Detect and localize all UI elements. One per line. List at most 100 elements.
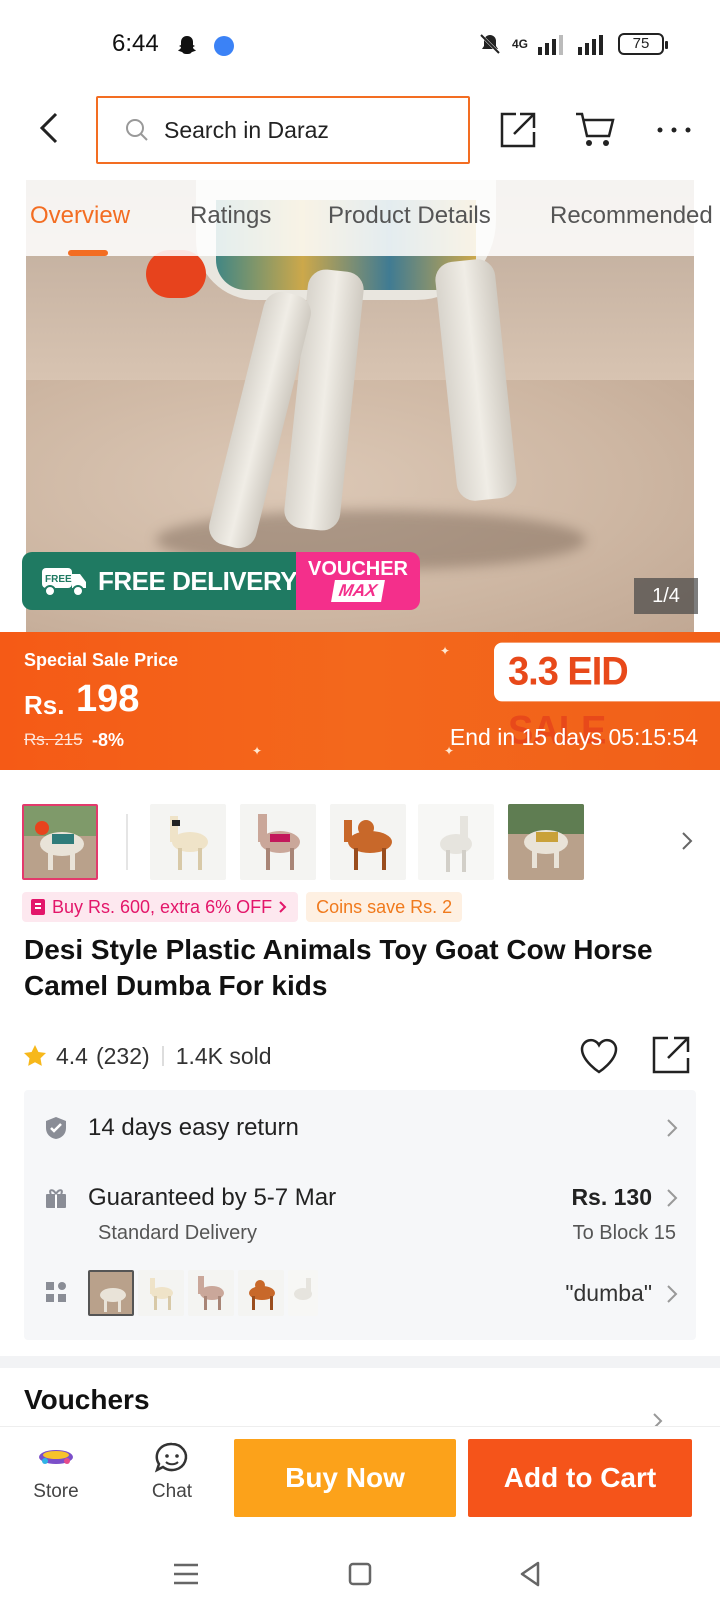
thumbnail[interactable]	[418, 804, 494, 880]
variant-image	[238, 1270, 284, 1316]
chat-label: Chat	[151, 1481, 193, 1502]
delivery-row[interactable]: Guaranteed by 5-7 Mar Standard Delivery …	[24, 1160, 696, 1244]
buy-now-button[interactable]: Buy Now	[234, 1439, 456, 1517]
store-button[interactable]: Store	[16, 1441, 96, 1503]
thumbnail[interactable]	[150, 804, 226, 880]
free-delivery-badge: FREE FREE DELIVERY	[22, 552, 298, 610]
sparkle-icon: ✦	[252, 744, 263, 758]
tab-recommended[interactable]: Recommended	[550, 202, 713, 230]
variant-keyword: "dumba"	[565, 1280, 652, 1306]
more-options-icon[interactable]	[654, 110, 694, 150]
toy-tassel	[146, 250, 206, 298]
search-placeholder: Search in Daraz	[164, 116, 329, 143]
discount-percent: -8%	[92, 730, 125, 750]
store-label: Store	[33, 1481, 79, 1502]
store-logo-icon	[39, 1450, 73, 1464]
thumbnail[interactable]	[330, 804, 406, 880]
delivery-truck-icon: FREE	[42, 568, 86, 597]
snapchat-icon	[178, 36, 196, 54]
return-policy-row[interactable]: 14 days easy return	[24, 1090, 696, 1160]
sale-banner: Special Sale Price Rs. 198 Rs. 215 -8% 3…	[0, 632, 720, 770]
search-icon	[126, 119, 148, 141]
sale-price: 198	[76, 678, 140, 720]
thumbnail[interactable]	[240, 804, 316, 880]
sale-label: Special Sale Price	[24, 650, 179, 670]
free-badge-text: FREE	[45, 574, 72, 585]
shield-check-icon	[46, 1117, 66, 1139]
thumbnail-image	[508, 804, 584, 880]
thumbnail-image	[418, 804, 494, 880]
search-input[interactable]: Search in Daraz	[96, 96, 470, 164]
signal-icon	[538, 35, 563, 55]
sold-count: 1.4K sold	[175, 1042, 272, 1069]
top-header: Search in Daraz	[0, 94, 720, 164]
eid-sale-badge: 3.3 EID SALE	[494, 642, 720, 753]
variant-thumbnail[interactable]	[238, 1270, 284, 1316]
thumbnail-image	[24, 806, 96, 878]
gift-box-icon	[46, 1189, 66, 1208]
delivery-info-card: 14 days easy return Guaranteed by 5-7 Ma…	[24, 1090, 696, 1340]
variant-thumbnail[interactable]	[188, 1270, 234, 1316]
tab-ratings[interactable]: Ratings	[190, 202, 271, 230]
star-icon	[24, 1045, 46, 1066]
delivery-price: Rs. 130	[571, 1184, 652, 1210]
variant-thumbnail[interactable]	[88, 1270, 134, 1316]
thumbnails-next-icon[interactable]	[680, 830, 694, 852]
coupon-icon	[31, 899, 45, 915]
section-tabs: Overview Ratings Product Details Recomme…	[26, 180, 713, 256]
review-count: (232)	[95, 1042, 150, 1069]
chat-button[interactable]: Chat	[132, 1441, 212, 1503]
product-title: Desi Style Plastic Animals Toy Goat Cow …	[24, 934, 653, 1001]
bundle-offer-tag[interactable]: Buy Rs. 600, extra 6% OFF	[22, 892, 299, 922]
signal-icon-2	[578, 35, 603, 55]
share-product-icon[interactable]	[650, 1034, 692, 1076]
active-tab-indicator	[68, 250, 108, 256]
network-type: 4G	[511, 37, 528, 51]
app-notification-icon	[214, 36, 234, 56]
coins-tag[interactable]: Coins save Rs. 2	[306, 892, 463, 922]
thumbnail-image	[330, 804, 406, 880]
bundle-offer-text: Buy Rs. 600, extra 6% OFF	[52, 897, 273, 917]
rating-divider	[161, 1046, 164, 1066]
original-price: Rs. 215	[24, 730, 83, 749]
variant-image	[138, 1270, 184, 1316]
free-delivery-label: FREE DELIVERY	[98, 565, 298, 596]
chevron-right-icon	[667, 1285, 678, 1303]
wishlist-heart-icon[interactable]	[578, 1036, 620, 1076]
variant-image	[188, 1270, 234, 1316]
tab-overview[interactable]: Overview	[30, 202, 130, 230]
bottom-action-bar: Store Chat Buy Now Add to Cart	[0, 1426, 720, 1536]
thumbnail-divider	[126, 814, 128, 870]
status-time: 6:44	[112, 30, 159, 57]
rating-value: 4.4	[56, 1042, 88, 1069]
variants-row[interactable]: "dumba"	[24, 1240, 696, 1330]
thumbnail-image	[150, 804, 226, 880]
back-arrow-icon[interactable]	[34, 110, 64, 146]
image-counter: 1/4	[634, 578, 698, 614]
home-square-icon[interactable]	[344, 1558, 376, 1590]
variant-thumbnail[interactable]	[288, 1270, 318, 1316]
guarantee-text: Guaranteed by 5-7 Mar	[88, 1184, 337, 1211]
add-to-cart-button[interactable]: Add to Cart	[468, 1439, 692, 1517]
back-triangle-icon[interactable]	[514, 1558, 546, 1590]
tab-product-details[interactable]: Product Details	[328, 202, 491, 230]
chat-icon	[154, 1442, 188, 1473]
status-bar: 6:44 4G 75	[0, 0, 720, 90]
sparkle-icon: ✦	[444, 744, 455, 758]
battery-indicator: 75	[618, 33, 668, 55]
sparkle-icon: ✦	[440, 644, 451, 658]
image-thumbnails	[22, 804, 702, 880]
variant-image	[90, 1272, 132, 1314]
menu-icon[interactable]	[170, 1558, 202, 1590]
system-navigation-bar	[0, 1536, 720, 1612]
thumbnail[interactable]	[508, 804, 584, 880]
cart-icon[interactable]	[574, 110, 616, 150]
grid-icon	[46, 1282, 66, 1302]
chevron-right-icon	[667, 1189, 678, 1207]
thumbnail[interactable]	[22, 804, 98, 880]
thumbnail-image	[240, 804, 316, 880]
vouchers-heading[interactable]: Vouchers	[24, 1384, 150, 1416]
share-icon[interactable]	[498, 110, 538, 150]
variant-image	[288, 1270, 318, 1316]
variant-thumbnail[interactable]	[138, 1270, 184, 1316]
